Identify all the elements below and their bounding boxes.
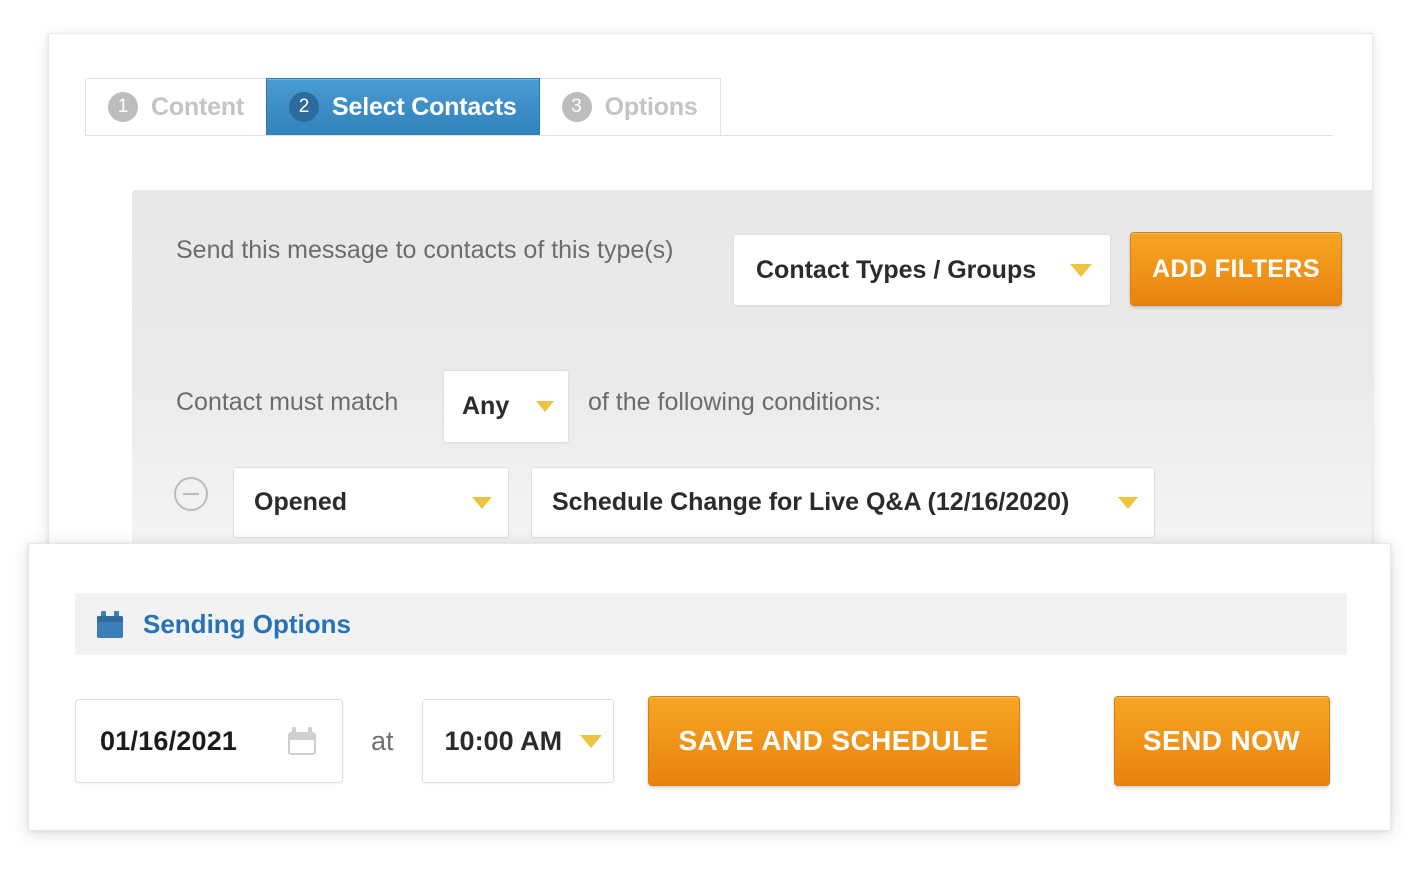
match-suffix-label: of the following conditions: — [588, 388, 882, 416]
contact-types-select-value: Contact Types / Groups — [756, 255, 1037, 284]
condition-row — [174, 477, 208, 511]
wizard-tabbar: 1 Content 2 Select Contacts 3 Options — [85, 78, 1333, 136]
match-mode-select[interactable]: Any — [443, 370, 569, 443]
tab-label: Content — [151, 92, 245, 121]
tab-select-contacts[interactable]: 2 Select Contacts — [266, 78, 540, 135]
screenshot-root: 1 Content 2 Select Contacts 3 Options Se… — [0, 0, 1419, 870]
tab-step-number: 1 — [108, 92, 138, 122]
condition-target-select[interactable]: Schedule Change for Live Q&A (12/16/2020… — [531, 467, 1155, 538]
sending-options-card: Sending Options 01/16/2021 at 10:00 AM S… — [28, 543, 1391, 831]
match-suffix-row: of the following conditions: — [588, 388, 881, 417]
schedule-time-select[interactable]: 10:00 AM — [421, 699, 614, 783]
chevron-down-icon — [472, 496, 492, 509]
contact-filter-panel: Send this message to contacts of this ty… — [132, 190, 1372, 592]
send-now-button-label: SEND NOW — [1142, 725, 1301, 756]
minus-circle-icon[interactable] — [174, 477, 208, 511]
wizard-tabs: 1 Content 2 Select Contacts 3 Options — [85, 78, 721, 135]
add-filters-button[interactable]: ADD FILTERS — [1130, 232, 1342, 306]
at-label: at — [371, 725, 394, 756]
contact-types-select[interactable]: Contact Types / Groups — [733, 234, 1111, 306]
schedule-date-value: 01/16/2021 — [100, 725, 238, 756]
tab-step-number: 2 — [289, 92, 320, 122]
chevron-down-icon — [580, 734, 603, 748]
chevron-down-icon — [536, 401, 554, 412]
tab-content[interactable]: 1 Content — [85, 78, 268, 135]
tab-label: Options — [604, 92, 698, 121]
send-to-label: Send this message to contacts of this ty… — [176, 236, 674, 264]
condition-action-select[interactable]: Opened — [233, 467, 509, 538]
send-now-button[interactable]: SEND NOW — [1113, 696, 1330, 786]
sending-options-header: Sending Options — [75, 593, 1347, 655]
condition-action-value: Opened — [254, 488, 348, 516]
match-mode-select-value: Any — [462, 392, 510, 420]
add-filters-button-label: ADD FILTERS — [1152, 254, 1320, 283]
calendar-icon — [97, 610, 123, 638]
schedule-controls-row: 01/16/2021 at 10:00 AM SAVE AND SCHEDULE… — [75, 696, 1330, 786]
calendar-icon[interactable] — [288, 727, 316, 755]
schedule-time-value: 10:00 AM — [444, 725, 563, 756]
tab-label: Select Contacts — [332, 92, 517, 121]
match-mode-row: Contact must match — [176, 388, 398, 417]
chevron-down-icon — [1118, 496, 1138, 509]
save-and-schedule-button-label: SAVE AND SCHEDULE — [678, 725, 989, 756]
schedule-date-input[interactable]: 01/16/2021 — [75, 699, 343, 783]
tab-options[interactable]: 3 Options — [538, 78, 721, 135]
condition-target-value: Schedule Change for Live Q&A (12/16/2020… — [552, 488, 1070, 516]
chevron-down-icon — [1070, 263, 1092, 277]
save-and-schedule-button[interactable]: SAVE AND SCHEDULE — [647, 696, 1020, 786]
select-contacts-card: 1 Content 2 Select Contacts 3 Options Se… — [48, 33, 1373, 593]
match-prefix-label: Contact must match — [176, 388, 399, 416]
send-to-row: Send this message to contacts of this ty… — [176, 236, 673, 265]
tab-step-number: 3 — [561, 92, 592, 122]
sending-options-title: Sending Options — [143, 608, 351, 639]
